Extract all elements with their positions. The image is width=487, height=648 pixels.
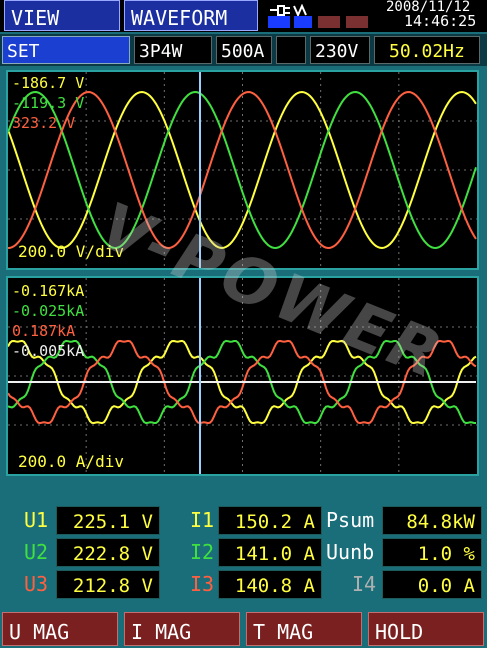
power-plug-icon xyxy=(268,2,312,18)
set-label: SET xyxy=(7,41,40,62)
current-cursor-i1: -0.167kA xyxy=(12,282,85,300)
tab-view-label: VIEW xyxy=(11,6,60,30)
i-mag-label: I MAG xyxy=(131,620,192,644)
meas-value-box-u2: 222.8 V xyxy=(56,538,160,567)
set-button[interactable]: SET xyxy=(2,36,130,64)
tab-view[interactable]: VIEW xyxy=(4,0,120,31)
meas-label-i2: I2 xyxy=(190,540,215,564)
meas-label-u3: U3 xyxy=(24,572,49,596)
meas-label-uunb: Uunb xyxy=(326,540,375,564)
meas-value-i2: 141.0 A xyxy=(234,543,315,565)
meas-value-box-uunb: 1.0 % xyxy=(382,538,482,567)
t-mag-label: T MAG xyxy=(253,620,314,644)
voltage-cursor-u2: -119.3 V xyxy=(12,94,85,112)
meas-value-box-u3: 212.8 V xyxy=(56,570,160,599)
voltage-cursor-u1: -186.7 V xyxy=(12,74,85,92)
current-cursor-i4: -0.005kA xyxy=(12,342,85,360)
tab-waveform-label: WAVEFORM xyxy=(131,6,228,30)
meas-value-u2: 222.8 V xyxy=(72,543,153,565)
battery-indicator xyxy=(268,16,374,28)
meas-label-i4: I4 xyxy=(352,572,377,596)
hold-label: HOLD xyxy=(375,620,424,644)
nominal-voltage-value: 230V xyxy=(315,41,359,62)
meas-value-box-i2: 141.0 A xyxy=(218,538,322,567)
wiring-value: 3P4W xyxy=(139,41,183,62)
blank-field xyxy=(276,36,306,64)
meas-value-box-i3: 140.8 A xyxy=(218,570,322,599)
meas-label-psum: Psum xyxy=(326,508,375,532)
hold-button[interactable]: HOLD xyxy=(368,612,484,646)
meas-label-u1: U1 xyxy=(24,508,49,532)
current-waveform-panel: -0.167kA -0.025kA 0.187kA -0.005kA 200.0… xyxy=(6,276,479,476)
meas-value-i3: 140.8 A xyxy=(234,575,315,597)
meas-value-box-u1: 225.1 V xyxy=(56,506,160,535)
meas-value-psum: 84.8kW xyxy=(406,511,475,533)
meas-value-u1: 225.1 V xyxy=(72,511,153,533)
nominal-voltage-field: 230V xyxy=(310,36,370,64)
status-time: 14:46:25 xyxy=(404,12,477,30)
frequency-value: 50.02Hz xyxy=(389,41,465,62)
t-mag-button[interactable]: T MAG xyxy=(246,612,362,646)
current-scale: 200.0 A/div xyxy=(18,452,124,471)
meas-value-uunb: 1.0 % xyxy=(417,543,475,565)
meas-label-u2: U2 xyxy=(24,540,49,564)
current-cursor-i2: -0.025kA xyxy=(12,302,85,320)
meas-label-i3: I3 xyxy=(190,572,215,596)
frequency-field: 50.02Hz xyxy=(374,36,480,64)
voltage-scale: 200.0 V/div xyxy=(18,242,124,261)
u-mag-button[interactable]: U MAG xyxy=(2,612,118,646)
voltage-waveform-panel: -186.7 V -119.3 V 323.2 V 200.0 V/div xyxy=(6,70,479,270)
meas-value-i4: 0.0 A xyxy=(417,575,475,597)
clamp-field: 500A xyxy=(216,36,272,64)
meas-value-box-i1: 150.2 A xyxy=(218,506,322,535)
meas-value-box-psum: 84.8kW xyxy=(382,506,482,535)
meas-value-u3: 212.8 V xyxy=(72,575,153,597)
voltage-cursor-u3: 323.2 V xyxy=(12,114,76,132)
wiring-field: 3P4W xyxy=(134,36,212,64)
i-mag-button[interactable]: I MAG xyxy=(124,612,240,646)
clamp-value: 500A xyxy=(221,41,265,62)
u-mag-label: U MAG xyxy=(9,620,70,644)
tab-waveform[interactable]: WAVEFORM xyxy=(124,0,258,31)
current-cursor-i3: 0.187kA xyxy=(12,322,76,340)
meas-value-box-i4: 0.0 A xyxy=(382,570,482,599)
meas-label-i1: I1 xyxy=(190,508,215,532)
meas-value-i1: 150.2 A xyxy=(234,511,315,533)
